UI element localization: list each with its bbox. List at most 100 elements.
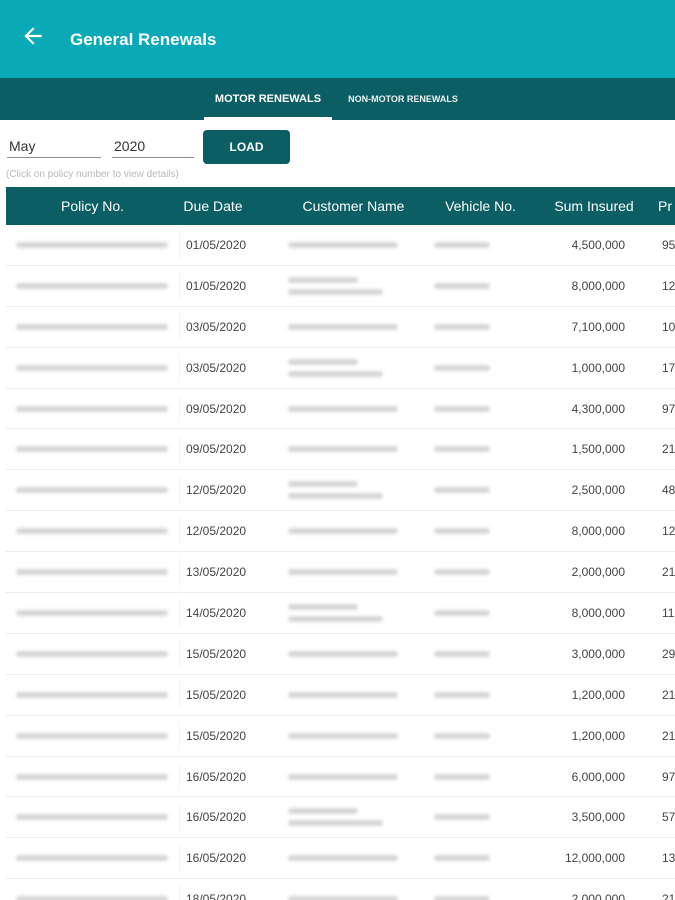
- policy-number-link[interactable]: [16, 855, 168, 862]
- table-body: 01/05/2020 4,500,000 95 01/05/2020 8,000,000…: [6, 225, 675, 900]
- sum-insured-cell: 1,000,000: [571, 360, 625, 375]
- due-date-cell: 13/05/2020: [186, 565, 247, 580]
- vehicle-number-cell: [434, 405, 490, 412]
- hint-text: (Click on policy number to view details): [6, 169, 179, 180]
- policy-number-link[interactable]: [16, 446, 168, 453]
- vehicle-number-cell: [434, 814, 490, 821]
- customer-name-cell: [288, 481, 358, 488]
- customer-name-cell: [288, 446, 398, 453]
- policy-number-link[interactable]: [16, 282, 168, 289]
- policy-number-link[interactable]: [16, 650, 168, 657]
- policy-number-link[interactable]: [16, 773, 168, 780]
- premium-cell: 21: [662, 565, 675, 580]
- active-tab-indicator: [204, 117, 332, 120]
- sum-insured-cell: 3,000,000: [571, 646, 625, 661]
- vehicle-number-cell: [434, 732, 490, 739]
- table-row[interactable]: 09/05/2020 1,500,000 21: [6, 429, 675, 471]
- premium-cell: 107: [662, 319, 675, 334]
- due-date-cell: 15/05/2020: [186, 687, 247, 702]
- table-row[interactable]: 03/05/2020 7,100,000 107: [6, 307, 675, 348]
- vehicle-number-cell: [434, 569, 490, 576]
- premium-cell: 48: [662, 483, 675, 498]
- vehicle-number-cell: [434, 896, 490, 900]
- due-date-cell: 16/05/2020: [186, 810, 247, 825]
- table-row[interactable]: 03/05/2020 1,000,000 17: [6, 348, 675, 389]
- policy-number-link[interactable]: [16, 364, 168, 371]
- due-date-cell: 16/05/2020: [186, 851, 247, 866]
- policy-number-link[interactable]: [16, 405, 168, 412]
- tab-non-motor-renewals[interactable]: NON-MOTOR RENEWALS: [340, 78, 466, 120]
- vehicle-number-cell: [434, 242, 490, 248]
- premium-cell: 21: [662, 892, 675, 900]
- vehicle-number-cell: [434, 528, 490, 535]
- customer-name-cell: [288, 405, 398, 412]
- customer-name-cell: [288, 604, 358, 611]
- load-button[interactable]: LOAD: [203, 130, 290, 164]
- sum-insured-cell: 4,300,000: [571, 401, 625, 416]
- customer-name-cell: [288, 276, 358, 283]
- customer-name-cell: [288, 323, 398, 330]
- due-date-cell: 01/05/2020: [186, 278, 247, 293]
- table-row[interactable]: 14/05/2020 8,000,000 113: [6, 593, 675, 634]
- policy-number-link[interactable]: [16, 610, 168, 617]
- table-row[interactable]: 12/05/2020 8,000,000 120: [6, 511, 675, 553]
- renewals-table: Policy No. Due Date Customer Name Vehicl…: [6, 187, 675, 900]
- sum-insured-cell: 12,000,000: [564, 851, 625, 866]
- customer-name-cell: [288, 732, 398, 739]
- policy-number-link[interactable]: [16, 814, 168, 821]
- policy-number-link[interactable]: [16, 691, 168, 698]
- premium-cell: 29: [662, 646, 675, 661]
- policy-number-link[interactable]: [16, 569, 168, 576]
- arrow-left-icon[interactable]: [20, 23, 46, 49]
- policy-number-link[interactable]: [16, 896, 168, 900]
- due-date-cell: 15/05/2020: [186, 646, 247, 661]
- due-date-cell: 12/05/2020: [186, 524, 247, 539]
- policy-number-link[interactable]: [16, 732, 168, 739]
- due-date-cell: 12/05/2020: [186, 483, 247, 498]
- column-header-sum-insured: Sum Insured: [554, 198, 634, 214]
- customer-name-cell-line-2: [288, 493, 383, 500]
- table-row[interactable]: 01/05/2020 4,500,000 95: [6, 225, 675, 266]
- tab-motor-renewals[interactable]: MOTOR RENEWALS: [204, 78, 332, 120]
- due-date-cell: 14/05/2020: [186, 606, 247, 621]
- sum-insured-cell: 1,500,000: [571, 442, 625, 457]
- premium-cell: 21: [662, 728, 675, 743]
- premium-cell: 57: [662, 810, 675, 825]
- table-row[interactable]: 16/05/2020 6,000,000 97: [6, 757, 675, 798]
- app-bar: General Renewals: [0, 0, 675, 78]
- customer-name-cell: [288, 569, 398, 576]
- policy-number-link[interactable]: [16, 528, 168, 535]
- customer-name-cell: [288, 528, 398, 535]
- customer-name-cell: [288, 358, 358, 365]
- table-row[interactable]: 09/05/2020 4,300,000 97: [6, 389, 675, 430]
- vehicle-number-cell: [434, 650, 490, 657]
- table-row[interactable]: 16/05/2020 3,500,000 57: [6, 797, 675, 839]
- premium-cell: 97: [662, 769, 675, 784]
- due-date-cell: 09/05/2020: [186, 401, 247, 416]
- policy-number-link[interactable]: [16, 487, 168, 494]
- table-row[interactable]: 18/05/2020 2,000,000 21: [6, 879, 675, 900]
- column-header-vehicle-no: Vehicle No.: [445, 198, 516, 214]
- customer-name-cell: [288, 650, 398, 657]
- premium-cell: 95: [662, 238, 675, 252]
- vehicle-number-cell: [434, 446, 490, 453]
- sum-insured-cell: 1,200,000: [571, 728, 625, 743]
- table-row[interactable]: 12/05/2020 2,500,000 48: [6, 470, 675, 512]
- sum-insured-cell: 8,000,000: [571, 524, 625, 539]
- table-row[interactable]: 15/05/2020 3,000,000 29: [6, 634, 675, 675]
- customer-name-cell: [288, 896, 398, 900]
- month-field[interactable]: [7, 134, 101, 158]
- customer-name-cell-line-2: [288, 616, 383, 623]
- vehicle-number-cell: [434, 323, 490, 330]
- table-row[interactable]: 15/05/2020 1,200,000 21: [6, 675, 675, 716]
- sum-insured-cell: 3,500,000: [571, 810, 625, 825]
- policy-number-link[interactable]: [16, 323, 168, 330]
- policy-number-link[interactable]: [16, 242, 168, 248]
- year-field[interactable]: [112, 134, 194, 158]
- table-row[interactable]: 01/05/2020 8,000,000 122: [6, 266, 675, 307]
- premium-cell: 17: [662, 360, 675, 375]
- table-row[interactable]: 15/05/2020 1,200,000 21: [6, 716, 675, 757]
- vehicle-number-cell: [434, 282, 490, 289]
- table-row[interactable]: 16/05/2020 12,000,000 138: [6, 838, 675, 880]
- table-row[interactable]: 13/05/2020 2,000,000 21: [6, 552, 675, 594]
